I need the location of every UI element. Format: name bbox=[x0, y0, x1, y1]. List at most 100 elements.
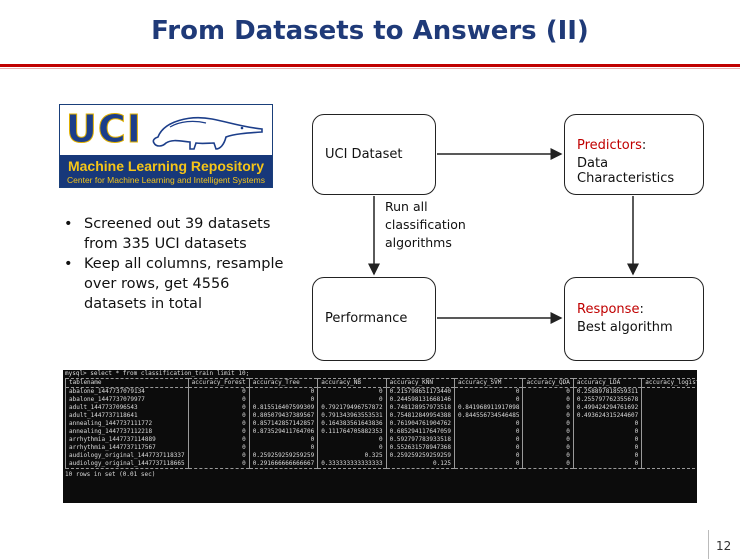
table-cell: 0 bbox=[641, 404, 697, 413]
title-divider bbox=[0, 64, 740, 67]
table-cell: 0 bbox=[641, 428, 697, 437]
table-cell: 0.333333333333333 bbox=[317, 460, 387, 470]
table-cell: 0.552631578947368 bbox=[385, 444, 456, 453]
table-cell: 0 bbox=[572, 420, 643, 429]
table-cell: 0.164383561643836 bbox=[317, 420, 387, 429]
page-number: 12 bbox=[716, 539, 732, 553]
table-cell: 0 bbox=[454, 387, 524, 397]
column-header: accuracy_Forest bbox=[187, 378, 250, 389]
predictors-value: Data Characteristics bbox=[577, 156, 675, 186]
table-cell: 0 bbox=[317, 436, 387, 445]
table-cell: 0 bbox=[454, 444, 524, 453]
table-cell-name: abalone_1447737079134 bbox=[65, 387, 189, 397]
table-cell-name: adult_1447737096543 bbox=[65, 404, 189, 413]
table-cell-name: audiology_original_1447737118337 bbox=[65, 452, 189, 461]
bullet-dot-icon: • bbox=[64, 216, 73, 232]
table-cell: 0 bbox=[572, 436, 643, 445]
table-cell: 0 bbox=[248, 387, 319, 397]
table-row: audiology_original_1447737118665 0 0.29166… bbox=[65, 460, 697, 470]
table-cell: 0.805079437389567 bbox=[248, 412, 319, 421]
table-cell: 0.244598131668146 bbox=[385, 396, 456, 405]
table-cell: 0 bbox=[572, 460, 643, 470]
response-node: Response: Best algorithm bbox=[564, 277, 704, 361]
table-row: abalone_1447737079977 0 0 0 0.24459813166814… bbox=[65, 396, 697, 405]
table-cell: 0.844556734546485 bbox=[454, 412, 524, 421]
column-header: accuracy_Tree bbox=[248, 378, 319, 389]
table-cell: 0 bbox=[641, 452, 697, 461]
table-cell: 0 bbox=[187, 436, 250, 445]
table-cell: 0.685294117647059 bbox=[385, 428, 456, 437]
table-cell: 0.259259259259259 bbox=[385, 452, 456, 461]
terminal-command: mysql> select * from classification_trai… bbox=[65, 370, 250, 377]
uci-logo: UCI Machine Learning Repository Center f… bbox=[59, 104, 273, 188]
table-cell: 0 bbox=[187, 444, 250, 453]
table-cell-name: annealing_1447737111772 bbox=[65, 420, 189, 429]
table-cell: 0 bbox=[454, 460, 524, 470]
table-cell: 0 bbox=[248, 436, 319, 445]
bullet-item: • Keep all columns, resample over rows, g… bbox=[64, 256, 284, 312]
table-header-row: tablename accuracy_Forest accuracy_Tree … bbox=[65, 378, 697, 389]
table-cell: 0 bbox=[522, 396, 574, 405]
uci-dataset-node: UCI Dataset bbox=[312, 114, 436, 195]
table-cell-name: arrhythmia_1447737114889 bbox=[65, 436, 189, 445]
column-header: accuracy_QDA bbox=[522, 378, 574, 389]
table-cell: 0 bbox=[248, 444, 319, 453]
table-cell: 0 bbox=[187, 420, 250, 429]
table-cell: 0 bbox=[454, 396, 524, 405]
table-cell: 0 bbox=[187, 404, 250, 413]
logo-uci-text: UCI bbox=[66, 107, 142, 152]
table-row: annealing_1447737112218 0 0.87352941176470… bbox=[65, 428, 697, 437]
table-cell: 0 bbox=[572, 428, 643, 437]
page-number-divider bbox=[708, 530, 709, 559]
table-cell: 0 bbox=[454, 452, 524, 461]
table-cell-name: audiology_original_1447737118665 bbox=[65, 460, 189, 470]
performance-node: Performance bbox=[312, 277, 436, 361]
column-header: accuracy_logistic bbox=[641, 378, 697, 389]
table-cell: 0 bbox=[641, 420, 697, 429]
slide-title: From Datasets to Answers (II) bbox=[151, 16, 589, 46]
table-cell: 0 bbox=[522, 460, 574, 470]
table-cell: 0.592797783933518 bbox=[385, 436, 456, 445]
bullet-list: • Screened out 39 datasets from 335 UCI d… bbox=[64, 214, 294, 314]
table-cell: 0.754812849954388 bbox=[385, 412, 456, 421]
table-cell: 0.792179496757872 bbox=[317, 404, 387, 413]
table-cell: 0.259259259259259 bbox=[248, 452, 319, 461]
table-cell: 0.761904761904762 bbox=[385, 420, 456, 429]
table-cell: 0 bbox=[317, 396, 387, 405]
table-cell: 0.291666666666667 bbox=[248, 460, 319, 470]
table-cell: 0 bbox=[454, 436, 524, 445]
terminal-footer: 10 rows in set (0.01 sec) bbox=[65, 471, 156, 479]
logo-subtitle: Center for Machine Learning and Intellig… bbox=[67, 175, 265, 185]
table-row: abalone_1447737079134 0 0 0 0.21579865117344… bbox=[65, 387, 697, 397]
response-value: Best algorithm bbox=[577, 320, 673, 335]
table-cell: 0.111764705882353 bbox=[317, 428, 387, 437]
table-cell-name: annealing_1447737112218 bbox=[65, 428, 189, 437]
table-row: annealing_1447737111772 0 0.85714285714285… bbox=[65, 420, 697, 429]
table-cell: 0 bbox=[572, 452, 643, 461]
table-cell: 0.499424294761692 bbox=[572, 404, 643, 413]
table-cell: 0.791343963553531 bbox=[317, 412, 387, 421]
bullet-dot-icon: • bbox=[64, 256, 73, 272]
bullet-item: • Screened out 39 datasets from 335 UCI d… bbox=[64, 216, 271, 252]
table-cell: 0 bbox=[187, 452, 250, 461]
table-cell: 0 bbox=[187, 412, 250, 421]
column-header: tablename bbox=[65, 378, 189, 389]
table-cell: 0.873529411764706 bbox=[248, 428, 319, 437]
table-cell: 0 bbox=[641, 396, 697, 405]
table-cell: 0 bbox=[248, 396, 319, 405]
logo-title: Machine Learning Repository bbox=[67, 158, 265, 174]
table-cell: 0 bbox=[317, 444, 387, 453]
table-cell: 0.255797762355678 bbox=[572, 396, 643, 405]
table-cell: 0 bbox=[187, 460, 250, 470]
table-cell: 0 bbox=[641, 460, 697, 470]
table-row: adult_1447737118641 0 0.805079437389567 0.7… bbox=[65, 412, 697, 421]
table-cell: 0 bbox=[187, 396, 250, 405]
table-cell-name: adult_1447737118641 bbox=[65, 412, 189, 421]
table-cell: 0 bbox=[641, 387, 697, 397]
column-header: accuracy_LDA bbox=[572, 378, 643, 389]
table-cell: 0 bbox=[522, 420, 574, 429]
column-header: accuracy_KNN bbox=[385, 378, 456, 389]
table-cell: 0 bbox=[641, 444, 697, 453]
predictors-node: Predictors: Data Characteristics bbox=[564, 114, 704, 195]
table-cell: 0 bbox=[522, 428, 574, 437]
